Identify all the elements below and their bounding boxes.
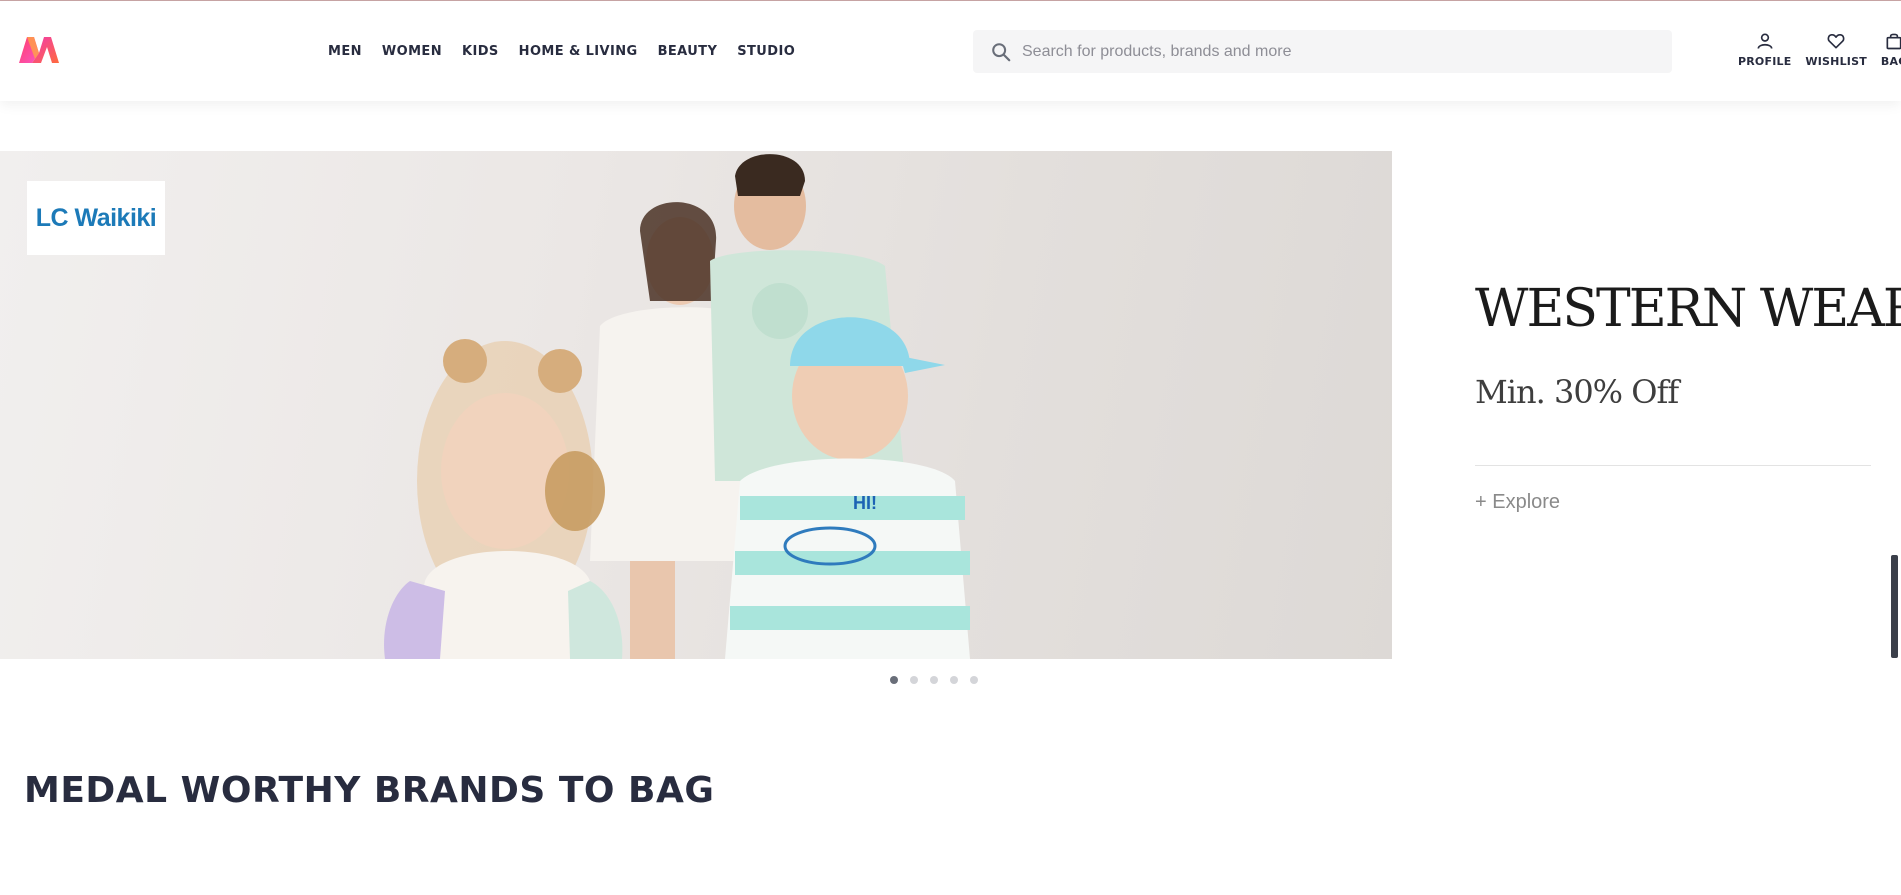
profile-button[interactable]: PROFILE — [1738, 31, 1791, 75]
heart-icon — [1827, 33, 1845, 49]
family-photo-illustration: HI! — [384, 154, 970, 659]
svg-text:HI!: HI! — [853, 493, 877, 513]
search-bar — [973, 30, 1672, 73]
hero-banner[interactable]: HI! LC Waikiki WESTERN WEAR Min. 30% Off… — [0, 151, 1901, 659]
wishlist-button[interactable]: WISHLIST — [1805, 31, 1867, 75]
wishlist-label: WISHLIST — [1805, 55, 1867, 68]
nav-beauty[interactable]: BEAUTY — [658, 44, 718, 59]
carousel-dot-1[interactable] — [890, 676, 898, 684]
nav-home-living[interactable]: HOME & LIVING — [519, 44, 638, 59]
header-actions: PROFILE WISHLIST BAG — [1738, 31, 1901, 75]
carousel-dots — [890, 676, 990, 684]
banner-discount: Min. 30% Off — [1475, 373, 1679, 411]
myntra-logo-icon[interactable] — [18, 35, 60, 65]
search-input[interactable] — [1022, 42, 1642, 61]
person-icon — [1757, 33, 1773, 49]
section-title: MEDAL WORTHY BRANDS TO BAG — [24, 770, 715, 811]
main-nav: MEN WOMEN KIDS HOME & LIVING BEAUTY STUD… — [328, 1, 815, 101]
banner-photo: HI! LC Waikiki — [0, 151, 1392, 659]
banner-title: WESTERN WEAR — [1475, 279, 1901, 339]
carousel-dot-2[interactable] — [910, 676, 918, 684]
banner-text-panel: WESTERN WEAR Min. 30% Off + Explore — [1392, 151, 1901, 659]
bag-label: BAG — [1880, 55, 1901, 68]
scrollbar-thumb[interactable] — [1891, 555, 1898, 658]
explore-link[interactable]: + Explore — [1475, 491, 1560, 514]
nav-women[interactable]: WOMEN — [382, 44, 442, 59]
bag-icon — [1886, 33, 1901, 50]
banner-divider — [1475, 465, 1871, 466]
bag-button[interactable]: BAG — [1881, 31, 1901, 75]
carousel-dot-5[interactable] — [970, 676, 978, 684]
search-icon[interactable] — [990, 41, 1012, 63]
nav-kids[interactable]: KIDS — [462, 44, 499, 59]
carousel-dot-3[interactable] — [930, 676, 938, 684]
carousel-dot-4[interactable] — [950, 676, 958, 684]
nav-studio[interactable]: STUDIO — [737, 44, 795, 59]
brand-logo-text: LC Waikiki — [35, 203, 157, 232]
nav-men[interactable]: MEN — [328, 44, 362, 59]
brand-logo: LC Waikiki — [27, 181, 165, 255]
site-header: MEN WOMEN KIDS HOME & LIVING BEAUTY STUD… — [0, 1, 1901, 101]
profile-label: PROFILE — [1738, 55, 1792, 68]
